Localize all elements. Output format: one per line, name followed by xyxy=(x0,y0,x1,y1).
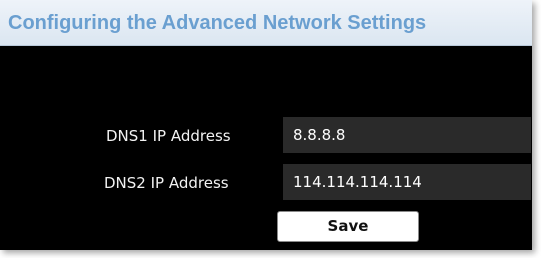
dns2-label: DNS2 IP Address xyxy=(104,174,229,192)
dns1-label: DNS1 IP Address xyxy=(106,127,231,145)
dns1-ip-input[interactable] xyxy=(283,117,531,153)
save-button[interactable]: Save xyxy=(277,211,419,242)
page-title: Configuring the Advanced Network Setting… xyxy=(8,12,427,34)
dns2-ip-input[interactable] xyxy=(283,164,531,200)
panel-header: Configuring the Advanced Network Setting… xyxy=(0,0,532,46)
